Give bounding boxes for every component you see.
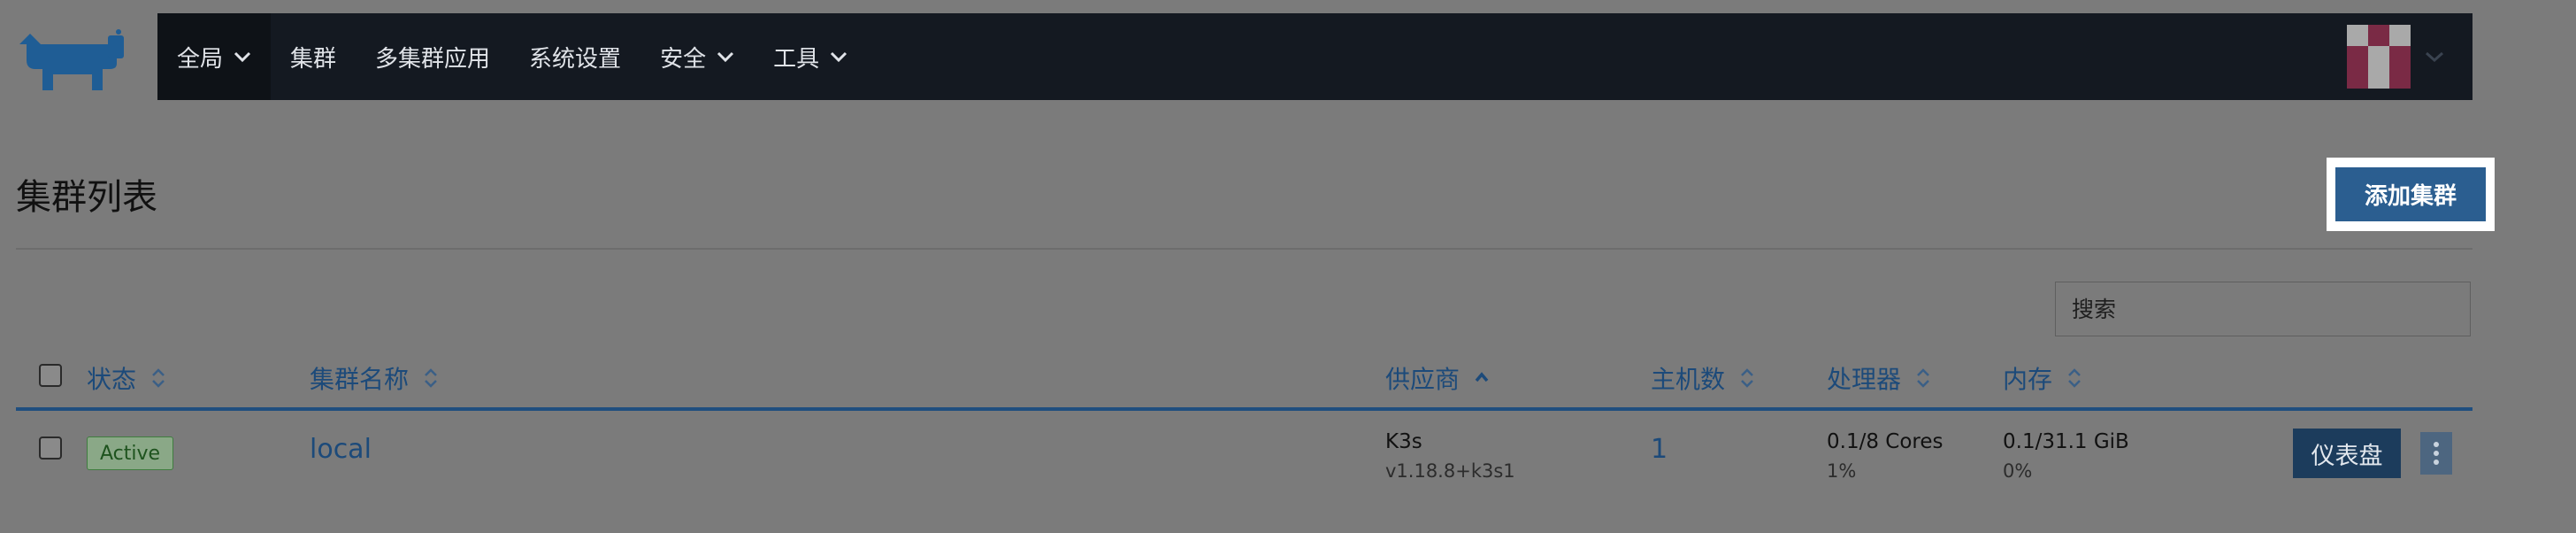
- column-header-cpu[interactable]: 处理器: [1827, 356, 1931, 400]
- rancher-logo-icon[interactable]: [14, 25, 129, 104]
- memory-percent: 0%: [2003, 460, 2033, 482]
- column-header-label: 状态: [87, 365, 137, 394]
- nav-item-tools[interactable]: 工具: [754, 13, 867, 100]
- nav-item-multi-cluster-apps[interactable]: 多集群应用: [356, 13, 510, 100]
- more-actions-button[interactable]: [2420, 432, 2452, 475]
- nav-item-label: 集群: [290, 45, 337, 73]
- column-header-nodes[interactable]: 主机数: [1651, 356, 1755, 400]
- sort-icon: [2068, 368, 2081, 388]
- column-header-state[interactable]: 状态: [87, 356, 166, 400]
- page-title: 集群列表: [16, 177, 157, 218]
- nav-item-label: 安全: [660, 45, 707, 73]
- nav-item-security[interactable]: 安全: [640, 13, 754, 100]
- top-navigation-bar: 全局 集群 多集群应用 系统设置 安全 工具: [157, 13, 2472, 100]
- table-header-divider: [16, 407, 2472, 411]
- nav-item-label: 系统设置: [529, 45, 622, 73]
- chevron-down-icon: [717, 51, 734, 63]
- column-header-label: 主机数: [1651, 365, 1726, 394]
- sort-icon: [1741, 368, 1753, 388]
- column-header-provider[interactable]: 供应商: [1385, 356, 1490, 400]
- nav-item-label: 全局: [177, 45, 224, 73]
- user-avatar-icon[interactable]: [2347, 25, 2411, 89]
- provider-version: v1.18.8+k3s1: [1385, 460, 1515, 482]
- nav-item-settings[interactable]: 系统设置: [510, 13, 640, 100]
- sort-icon: [152, 368, 165, 388]
- nav-item-global[interactable]: 全局: [157, 13, 272, 100]
- header-divider: [16, 248, 2472, 250]
- sort-ascending-icon: [1475, 372, 1489, 382]
- chevron-down-icon: [234, 51, 251, 63]
- column-header-label: 内存: [2003, 365, 2053, 394]
- column-header-label: 集群名称: [310, 365, 410, 394]
- add-cluster-button-highlight: 添加集群: [2327, 158, 2495, 231]
- kebab-menu-icon: [2434, 442, 2439, 465]
- cpu-usage: 0.1/8 Cores: [1827, 430, 1944, 453]
- column-header-cluster-name[interactable]: 集群名称: [310, 356, 439, 400]
- node-count-link[interactable]: 1: [1651, 434, 1668, 465]
- nav-item-clusters[interactable]: 集群: [271, 13, 356, 100]
- select-all-checkbox[interactable]: [39, 364, 62, 387]
- sort-icon: [1917, 368, 1929, 388]
- status-badge: Active: [87, 436, 173, 470]
- sort-icon: [425, 368, 437, 388]
- provider-name: K3s: [1385, 430, 1422, 453]
- cpu-percent: 1%: [1827, 460, 1857, 482]
- chevron-down-icon: [831, 51, 847, 63]
- column-header-label: 供应商: [1385, 365, 1460, 394]
- search-input[interactable]: [2055, 282, 2471, 336]
- column-header-memory[interactable]: 内存: [2003, 356, 2082, 400]
- chevron-down-icon: [2426, 51, 2443, 63]
- user-menu[interactable]: [2347, 13, 2472, 100]
- row-checkbox[interactable]: [39, 436, 62, 460]
- nav-item-label: 工具: [773, 45, 820, 73]
- add-cluster-button[interactable]: 添加集群: [2335, 167, 2486, 221]
- memory-usage: 0.1/31.1 GiB: [2003, 430, 2129, 453]
- dashboard-button[interactable]: 仪表盘: [2293, 429, 2401, 478]
- column-header-label: 处理器: [1827, 365, 1902, 394]
- nav-item-label: 多集群应用: [375, 45, 491, 73]
- cluster-name-link[interactable]: local: [310, 434, 372, 465]
